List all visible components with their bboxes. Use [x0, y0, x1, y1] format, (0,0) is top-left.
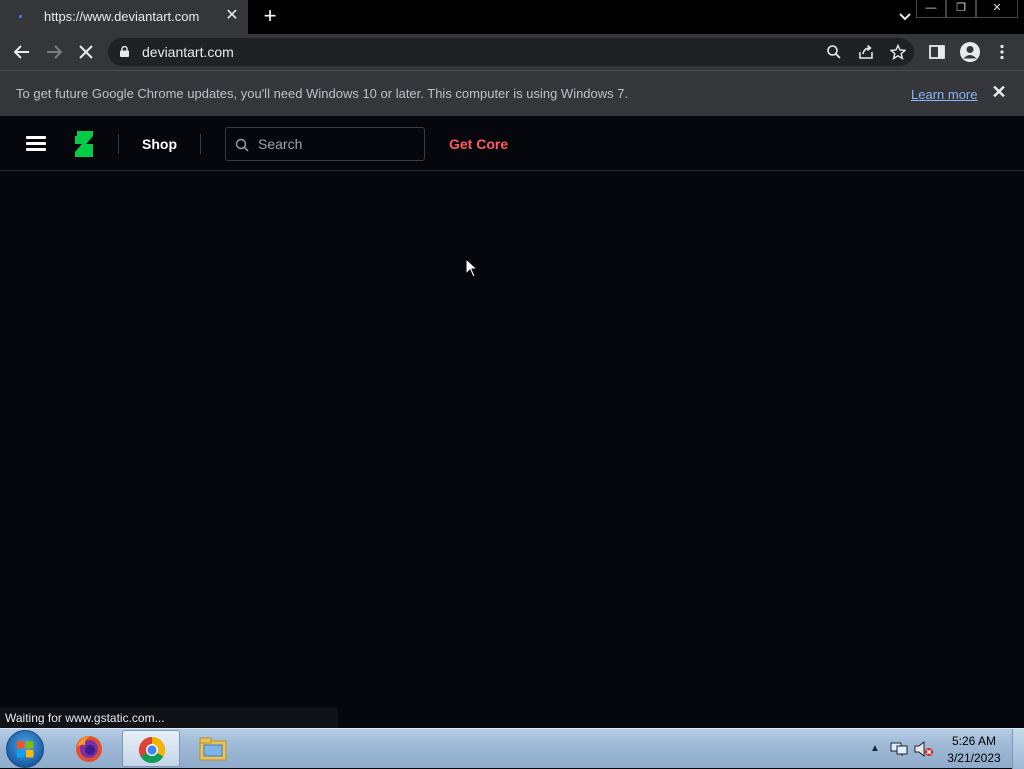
divider [118, 134, 119, 154]
loading-favicon-icon [19, 15, 22, 18]
status-bubble: Waiting for www.gstatic.com... [0, 707, 338, 728]
window-close-button[interactable]: ✕ [976, 0, 1018, 18]
lock-icon[interactable] [120, 46, 129, 57]
share-icon[interactable] [858, 44, 874, 60]
tab-title: https://www.deviantart.com [44, 9, 200, 24]
tab-close-icon[interactable]: ✕ [224, 8, 240, 24]
address-bar[interactable]: deviantart.com [108, 38, 914, 66]
divider [200, 134, 201, 154]
side-panel-icon[interactable] [928, 43, 946, 61]
nav-shop-link[interactable]: Shop [142, 136, 177, 152]
new-tab-button[interactable]: + [259, 5, 281, 27]
get-core-link[interactable]: Get Core [449, 136, 508, 152]
volume-muted-icon[interactable] [914, 741, 934, 757]
window-controls: — ❐ ✕ [916, 0, 1018, 18]
browser-toolbar: deviantart.com [0, 34, 1024, 70]
search-box[interactable] [225, 127, 425, 161]
menu-kebab-icon[interactable] [993, 43, 1011, 61]
search-input[interactable] [258, 135, 418, 153]
show-desktop-button[interactable] [1012, 729, 1024, 769]
forward-arrow-icon[interactable] [44, 42, 64, 62]
tab-search-chevron-icon[interactable] [896, 9, 914, 25]
search-icon [235, 138, 249, 152]
file-explorer-icon [199, 737, 227, 761]
tab-deviantart[interactable]: https://www.deviantart.com ✕ [0, 0, 248, 34]
url-text[interactable]: deviantart.com [142, 44, 234, 60]
site-header: Shop Get Core [0, 116, 1024, 171]
start-button[interactable] [6, 730, 44, 768]
chrome-icon [138, 736, 166, 764]
firefox-icon [76, 736, 102, 762]
restore-button[interactable]: ❐ [946, 0, 976, 18]
zoom-search-icon[interactable] [826, 44, 842, 60]
stop-loading-icon[interactable] [76, 42, 96, 62]
show-hidden-icons-arrow[interactable]: ▲ [870, 743, 880, 754]
infobar-close-icon[interactable]: ✕ [991, 83, 1007, 101]
status-text: Waiting for www.gstatic.com... [5, 711, 165, 725]
clock-time[interactable]: 5:26 AM [944, 734, 1004, 748]
deviantart-logo-icon[interactable] [74, 131, 94, 157]
taskbar-firefox[interactable] [60, 730, 118, 767]
taskbar-explorer[interactable] [184, 730, 242, 767]
network-icon[interactable] [890, 741, 908, 757]
bookmark-star-icon[interactable] [890, 44, 906, 60]
infobar-message: To get future Google Chrome updates, you… [16, 86, 629, 101]
hamburger-menu-icon[interactable] [26, 136, 46, 152]
clock-date[interactable]: 3/21/2023 [944, 751, 1004, 765]
tab-strip: https://www.deviantart.com ✕ + — ❐ ✕ [0, 0, 1024, 34]
windows-taskbar: ▲ 5:26 AM 3/21/2023 [0, 728, 1024, 769]
minimize-button[interactable]: — [916, 0, 946, 18]
system-tray: ▲ 5:26 AM 3/21/2023 [866, 729, 1016, 769]
profile-avatar-icon[interactable] [959, 41, 981, 63]
mouse-cursor-icon [465, 258, 479, 278]
learn-more-link[interactable]: Learn more [911, 87, 977, 102]
back-arrow-icon[interactable] [12, 42, 32, 62]
windows-logo-icon [17, 741, 34, 758]
taskbar-chrome[interactable] [122, 730, 180, 767]
page-content [0, 172, 1024, 728]
update-infobar: To get future Google Chrome updates, you… [0, 70, 1024, 116]
